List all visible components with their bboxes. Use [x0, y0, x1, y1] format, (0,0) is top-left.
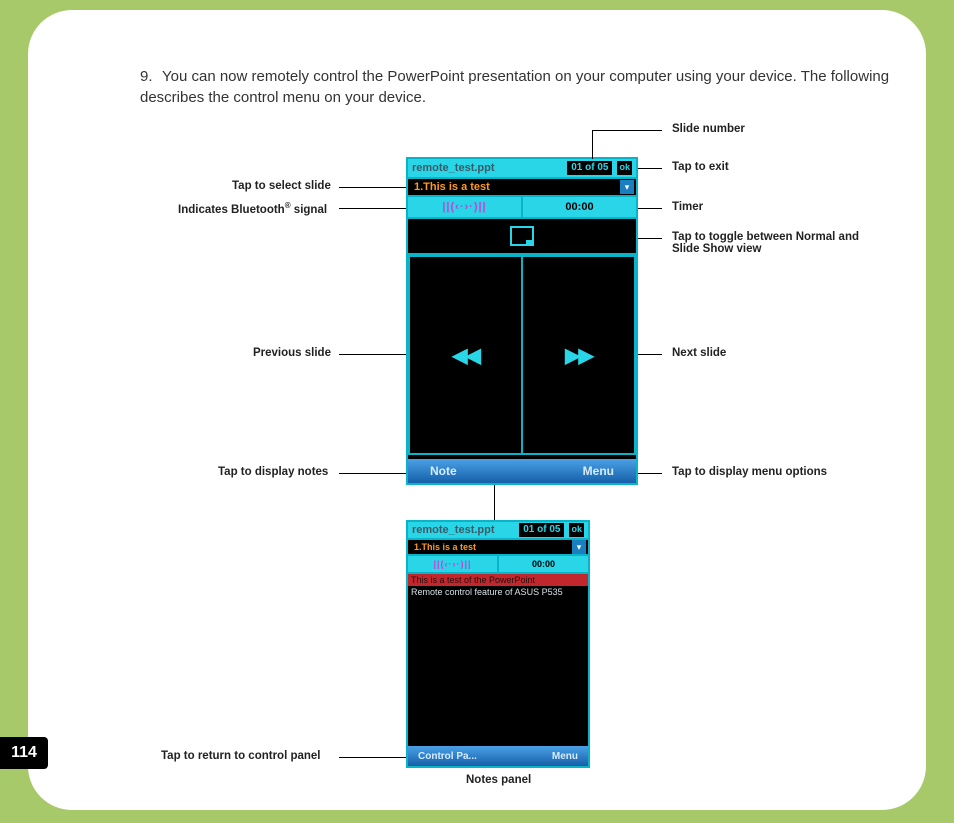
- next-slide-button[interactable]: ▶▶: [521, 255, 636, 455]
- connector: [638, 208, 662, 209]
- chevron-down-icon[interactable]: ▾: [620, 180, 634, 194]
- softkey-menu[interactable]: Menu: [583, 464, 614, 478]
- label-bt-b: signal: [291, 204, 327, 216]
- status-row: ||(‹·›·)|| 00:00: [408, 556, 588, 574]
- instruction-text: 9.You can now remotely control the Power…: [140, 66, 910, 108]
- softkey-menu[interactable]: Menu: [552, 751, 578, 762]
- slideshow-toggle-icon: [510, 226, 534, 246]
- connector: [339, 757, 406, 758]
- label-bt-a: Indicates Bluetooth: [178, 204, 285, 216]
- forward-icon: ▶▶: [565, 343, 592, 368]
- ok-exit-button[interactable]: ok: [616, 160, 633, 176]
- label-prev-slide: Previous slide: [253, 347, 331, 359]
- label-tap-menu: Tap to display menu options: [672, 466, 827, 478]
- label-next-slide: Next slide: [672, 347, 726, 359]
- filename: remote_test.ppt: [408, 162, 566, 174]
- softkey-control-panel[interactable]: Control Pa...: [418, 751, 477, 762]
- label-tap-return: Tap to return to control panel: [161, 750, 321, 762]
- label-toggle-view: Tap to toggle between Normal and Slide S…: [672, 231, 872, 255]
- device-control-panel: remote_test.ppt 01 of 05 ok 1.This is a …: [406, 157, 638, 485]
- label-tap-select-slide: Tap to select slide: [232, 180, 331, 192]
- bluetooth-signal-indicator: ||(‹·›·)||: [408, 197, 523, 217]
- connector: [339, 473, 406, 474]
- titlebar: remote_test.ppt 01 of 05 ok: [408, 159, 636, 179]
- connector: [339, 354, 406, 355]
- label-timer: Timer: [672, 201, 703, 213]
- note-highlight-line: This is a test of the PowerPoint: [408, 574, 588, 586]
- previous-slide-button[interactable]: ◀◀: [408, 255, 521, 455]
- ok-exit-button[interactable]: ok: [568, 522, 585, 538]
- connector: [494, 485, 495, 520]
- slide-title-row[interactable]: 1.This is a test ▾: [408, 540, 588, 556]
- notes-body: This is a test of the PowerPoint Remote …: [408, 574, 588, 598]
- page-card: 9.You can now remotely control the Power…: [28, 10, 926, 810]
- nav-row: ◀◀ ▶▶: [408, 255, 636, 455]
- slide-number-indicator: 01 of 05: [566, 160, 613, 176]
- softkey-bar: Control Pa... Menu: [408, 746, 588, 766]
- rewind-icon: ◀◀: [452, 343, 479, 368]
- label-tap-exit: Tap to exit: [672, 161, 729, 173]
- connector: [339, 187, 406, 188]
- slide-title: 1.This is a test: [408, 542, 572, 552]
- slide-number-indicator: 01 of 05: [518, 522, 565, 538]
- label-bt-signal: Indicates Bluetooth® signal: [178, 201, 327, 216]
- bluetooth-signal-indicator: ||(‹·›·)||: [408, 556, 499, 572]
- connector: [339, 208, 406, 209]
- filename: remote_test.ppt: [408, 524, 518, 536]
- softkey-bar: Note Menu: [408, 459, 636, 483]
- connector: [638, 354, 662, 355]
- connector: [638, 473, 662, 474]
- slide-title-row[interactable]: 1.This is a test ▾: [408, 179, 636, 197]
- step-number: 9.: [140, 66, 162, 87]
- status-row: ||(‹·›·)|| 00:00: [408, 197, 636, 219]
- device-notes-panel: remote_test.ppt 01 of 05 ok 1.This is a …: [406, 520, 590, 768]
- page-number-tab: 114: [0, 737, 48, 769]
- timer-display: 00:00: [523, 197, 636, 217]
- titlebar: remote_test.ppt 01 of 05 ok: [408, 522, 588, 540]
- chevron-down-icon[interactable]: ▾: [572, 540, 586, 554]
- page-number: 114: [11, 744, 37, 762]
- connector: [592, 130, 593, 159]
- label-slide-number: Slide number: [672, 123, 745, 135]
- slide-title: 1.This is a test: [408, 181, 620, 193]
- timer-display: 00:00: [499, 556, 588, 572]
- step-body: You can now remotely control the PowerPo…: [140, 68, 889, 106]
- connector: [638, 168, 662, 169]
- toggle-view-button[interactable]: [408, 219, 636, 255]
- label-tap-notes: Tap to display notes: [218, 466, 328, 478]
- softkey-note[interactable]: Note: [430, 464, 457, 478]
- caption-notes-panel: Notes panel: [466, 774, 531, 786]
- note-text-line: Remote control feature of ASUS P535: [408, 586, 588, 598]
- connector: [592, 130, 662, 131]
- connector: [638, 238, 662, 239]
